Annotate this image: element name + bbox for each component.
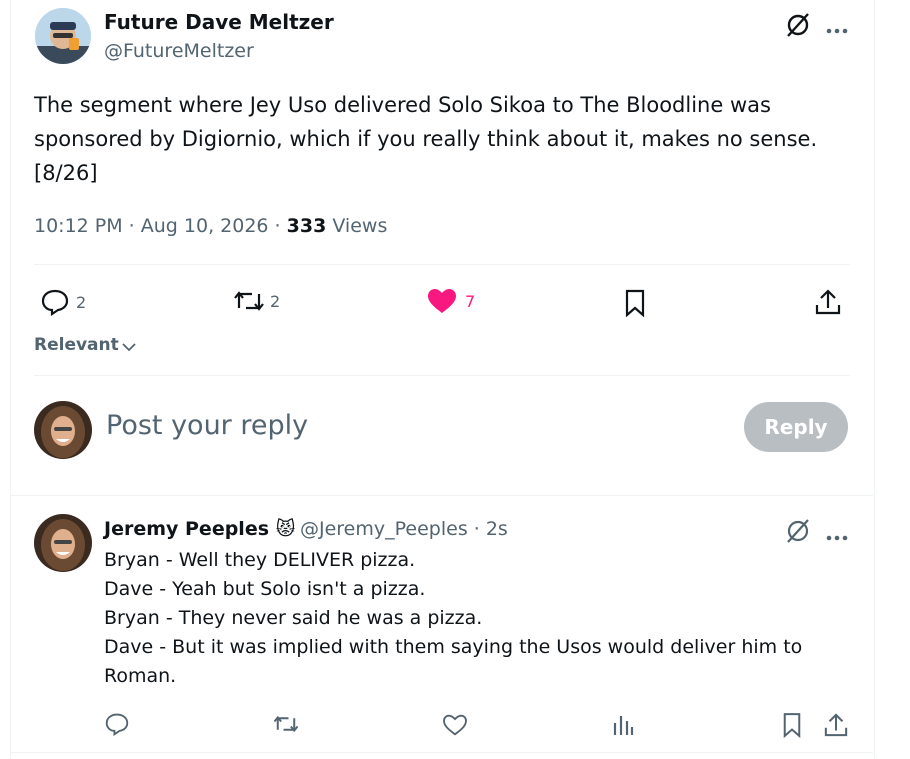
reply-action[interactable]: 2 xyxy=(40,288,86,316)
retweet-icon xyxy=(234,291,264,311)
retweet-count: 2 xyxy=(270,291,281,311)
analytics-icon[interactable] xyxy=(612,713,634,741)
views-count: 333 xyxy=(286,215,327,237)
author-name[interactable]: Future Dave Meltzer xyxy=(104,10,334,34)
reply-icon xyxy=(41,289,69,316)
chevron-down-icon xyxy=(122,343,136,352)
reply-line: Dave - Yeah but Solo isn't a pizza. xyxy=(104,578,426,600)
author-avatar[interactable] xyxy=(35,8,91,64)
author-handle[interactable]: @FutureMeltzer xyxy=(104,40,254,62)
tweet-text: The segment where Jey Uso delivered Solo… xyxy=(34,93,818,185)
reply-comment-icon[interactable] xyxy=(104,712,130,740)
like-count: 7 xyxy=(465,291,476,311)
reply-line: Bryan - Well they DELIVER pizza. xyxy=(104,549,416,571)
sort-dropdown[interactable]: Relevant xyxy=(34,335,137,355)
grok-icon[interactable] xyxy=(785,518,811,548)
reply-text: Bryan - Well they DELIVER pizza. Dave - … xyxy=(104,546,824,691)
tweet-meta: 10:12 PM · Aug 10, 2026 · 333 Views xyxy=(34,215,387,237)
reply-author-avatar[interactable] xyxy=(34,514,92,572)
divider xyxy=(34,264,850,265)
reply-line: Bryan - They never said he was a pizza. xyxy=(104,607,483,629)
reply-like-icon[interactable] xyxy=(442,714,468,740)
tweet-timestamp[interactable]: 10:12 PM · Aug 10, 2026 · xyxy=(34,215,287,237)
reply-author-name[interactable]: Jeremy Peeples 😾 xyxy=(104,518,295,540)
reply-bookmark-icon[interactable] xyxy=(782,712,802,742)
heart-filled-icon xyxy=(428,289,456,313)
reply-input[interactable]: Post your reply xyxy=(106,410,308,441)
views-label: Views xyxy=(326,215,388,237)
reply-count: 2 xyxy=(76,292,87,312)
bookmark-action[interactable] xyxy=(624,289,646,317)
divider xyxy=(34,375,850,376)
sort-label: Relevant xyxy=(34,335,119,355)
reply-button[interactable]: Reply xyxy=(744,402,848,452)
reply-author-name-text: Jeremy Peeples xyxy=(104,518,270,540)
more-options-icon[interactable] xyxy=(825,527,849,546)
share-action[interactable] xyxy=(815,288,841,316)
retweet-action[interactable]: 2 xyxy=(232,288,280,314)
like-action[interactable]: 7 xyxy=(427,288,475,314)
bookmark-icon xyxy=(625,289,645,317)
more-options-icon[interactable] xyxy=(825,20,849,39)
reply-retweet-icon[interactable] xyxy=(272,713,300,739)
reply-line: Dave - But it was implied with them sayi… xyxy=(104,636,809,687)
user-avatar[interactable] xyxy=(34,401,92,459)
grok-icon[interactable] xyxy=(785,12,811,42)
reply-share-icon[interactable] xyxy=(824,712,848,742)
divider xyxy=(11,752,873,753)
share-icon xyxy=(815,289,841,315)
cat-emoji-icon: 😾 xyxy=(275,518,296,540)
divider xyxy=(11,495,873,496)
reply-author-handle[interactable]: @Jeremy_Peeples · 2s xyxy=(300,518,508,540)
